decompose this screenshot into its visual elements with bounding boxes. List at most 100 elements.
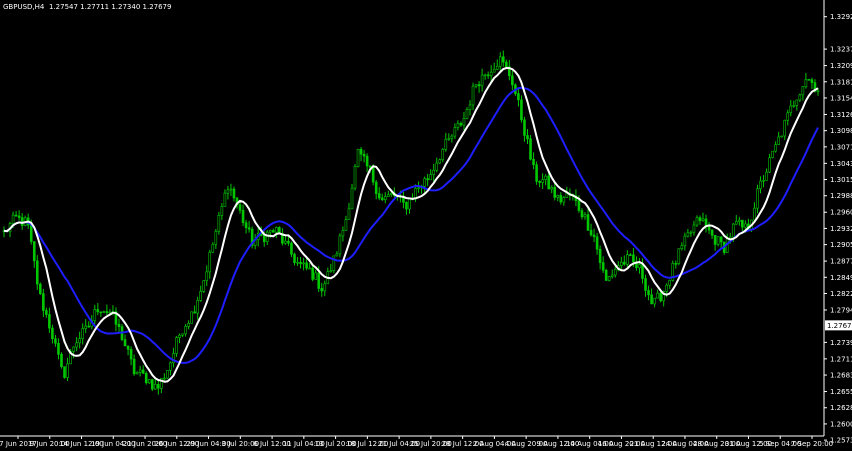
candle-body bbox=[105, 311, 109, 313]
candle-body bbox=[374, 181, 378, 194]
candle-body bbox=[580, 210, 584, 218]
candle-body bbox=[423, 178, 426, 187]
candle-body bbox=[644, 278, 647, 291]
candle-body bbox=[498, 56, 502, 67]
candle-body bbox=[586, 214, 590, 231]
candle-body bbox=[48, 314, 51, 329]
candle-body bbox=[789, 105, 793, 114]
current-price-label: 1.27679 bbox=[827, 322, 852, 330]
candle-body bbox=[683, 235, 687, 247]
candle-body bbox=[196, 300, 199, 314]
candle-body bbox=[81, 328, 84, 339]
candle-body bbox=[786, 112, 790, 121]
candle-body bbox=[247, 227, 251, 230]
candle-body bbox=[14, 214, 18, 217]
candle-body bbox=[166, 370, 169, 379]
candle-body bbox=[341, 230, 345, 237]
candle-body bbox=[362, 153, 366, 157]
price-tick-label: 1.25730 bbox=[830, 437, 852, 445]
candle-body bbox=[377, 193, 381, 199]
candle-body bbox=[178, 334, 181, 338]
candle-body bbox=[529, 138, 532, 160]
candle-body bbox=[229, 188, 233, 191]
candle-body bbox=[75, 342, 78, 348]
candle-body bbox=[268, 230, 272, 233]
candle-body bbox=[668, 280, 672, 286]
candle-body bbox=[84, 325, 88, 329]
symbol-label: GBPUSD,H4 bbox=[3, 3, 45, 11]
candle-body bbox=[426, 178, 429, 181]
candle-body bbox=[29, 224, 33, 242]
candle-body bbox=[483, 74, 487, 77]
candle-body bbox=[589, 229, 593, 236]
candle-body bbox=[217, 215, 221, 232]
candle-body bbox=[604, 270, 608, 281]
candle-body bbox=[438, 159, 442, 164]
candle-body bbox=[710, 229, 714, 236]
candle-body bbox=[459, 123, 463, 126]
candle-body bbox=[17, 215, 21, 218]
candle-body bbox=[223, 192, 227, 207]
candle-body bbox=[408, 198, 411, 210]
candle-body bbox=[659, 292, 662, 302]
candle-body bbox=[762, 180, 765, 182]
candle-body bbox=[184, 326, 187, 335]
candle-body bbox=[272, 230, 275, 233]
candle-body bbox=[181, 333, 184, 336]
candle-body bbox=[241, 210, 245, 223]
candle-body bbox=[665, 284, 668, 292]
candle-body bbox=[78, 338, 81, 344]
price-tick-label: 1.27940 bbox=[830, 306, 852, 314]
price-tick-label: 1.29600 bbox=[830, 209, 852, 217]
candle-body bbox=[302, 262, 305, 265]
candle-body bbox=[365, 155, 369, 167]
candle-body bbox=[45, 310, 48, 315]
candle-body bbox=[405, 202, 408, 210]
candle-body bbox=[701, 218, 705, 221]
candle-body bbox=[144, 373, 148, 384]
candle-body bbox=[495, 65, 499, 70]
candle-body bbox=[371, 167, 375, 183]
candle-body bbox=[480, 74, 484, 87]
candle-body bbox=[238, 204, 242, 211]
candle-body bbox=[538, 181, 541, 183]
candle-body bbox=[42, 293, 45, 311]
candle-body bbox=[756, 188, 759, 209]
candle-body bbox=[653, 297, 656, 305]
candle-body bbox=[20, 217, 24, 226]
candle-body bbox=[613, 269, 617, 276]
candle-body bbox=[432, 169, 435, 175]
candle-body bbox=[72, 346, 75, 352]
price-tick-label: 1.29325 bbox=[830, 225, 852, 233]
price-chart[interactable]: 1.32920 1.32370 1.32090 1.31815 1.31540 1.312… bbox=[0, 0, 852, 451]
candle-body bbox=[692, 224, 696, 233]
candle-body bbox=[674, 263, 678, 265]
price-tick-label: 1.30430 bbox=[830, 160, 852, 168]
candle-body bbox=[54, 338, 57, 344]
candle-body bbox=[190, 311, 193, 324]
price-tick-label: 1.29050 bbox=[830, 241, 852, 249]
candle-body bbox=[489, 71, 493, 76]
candle-body bbox=[468, 104, 472, 110]
price-tick-label: 1.29880 bbox=[830, 192, 852, 200]
candle-body bbox=[450, 135, 454, 139]
candle-body bbox=[810, 79, 814, 83]
candle-body bbox=[695, 217, 699, 226]
candle-body bbox=[380, 197, 384, 201]
candle-body bbox=[214, 231, 218, 245]
candle-body bbox=[798, 94, 802, 101]
candle-body bbox=[626, 254, 629, 265]
candle-body bbox=[293, 253, 296, 263]
candle-body bbox=[453, 127, 457, 137]
candle-body bbox=[202, 280, 206, 292]
candle-body bbox=[199, 291, 202, 301]
candle-body bbox=[305, 262, 308, 269]
candle-body bbox=[390, 193, 393, 195]
chart-info: GBPUSD,H4 1.27547 1.27711 1.27340 1.2767… bbox=[3, 3, 171, 11]
candle-body bbox=[623, 261, 626, 265]
price-tick-label: 1.28220 bbox=[830, 290, 852, 298]
candle-body bbox=[262, 235, 266, 243]
candle-body bbox=[526, 135, 529, 140]
candle-body bbox=[368, 165, 372, 168]
candle-body bbox=[51, 327, 54, 339]
